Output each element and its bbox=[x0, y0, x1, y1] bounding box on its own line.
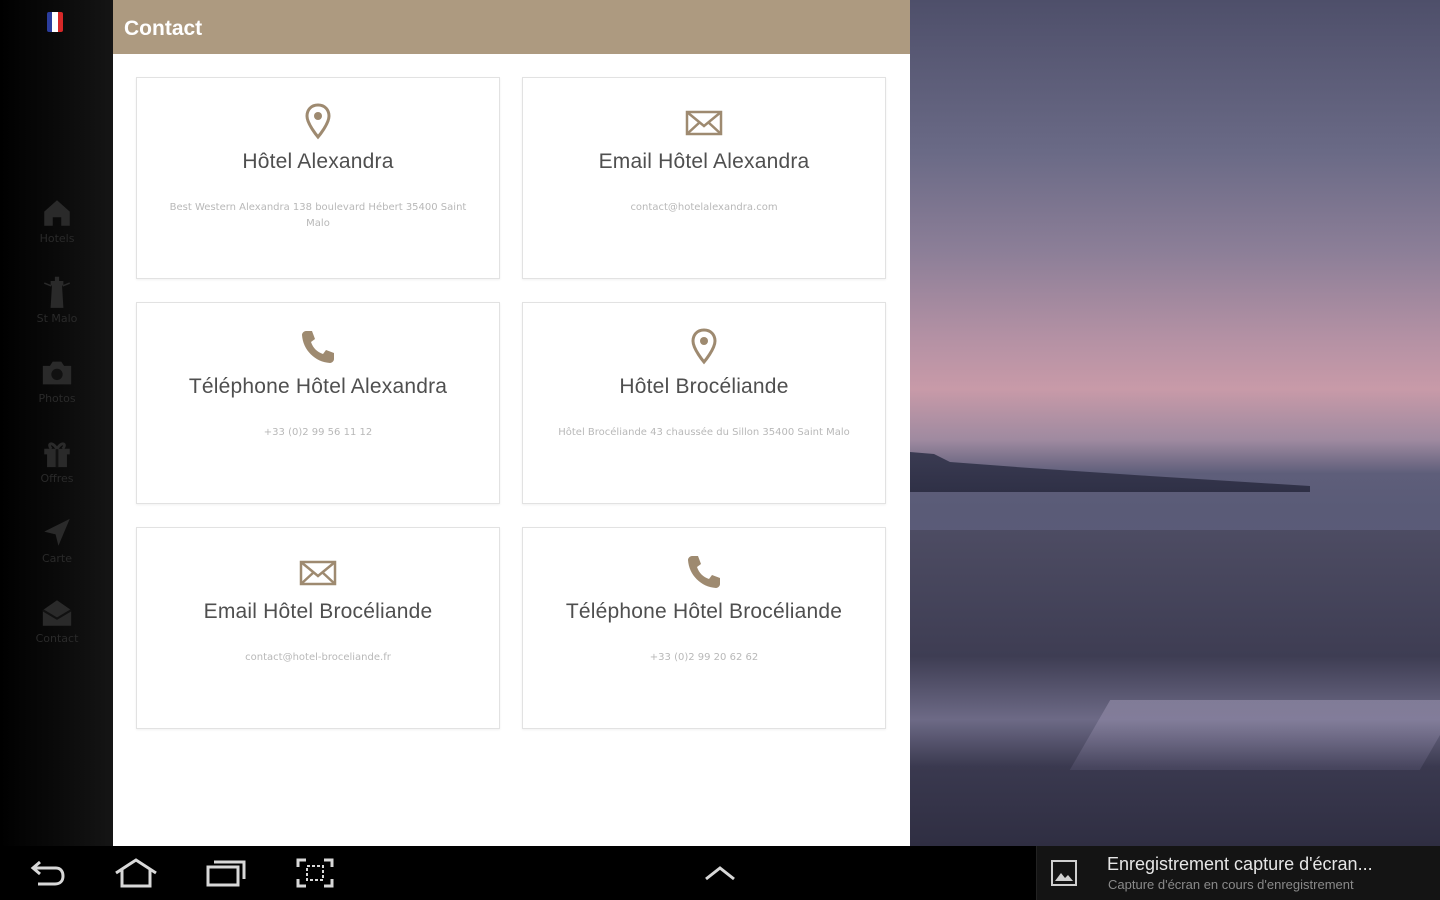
card-subtitle: +33 (0)2 99 56 11 12 bbox=[263, 427, 373, 438]
app-root: Hotels St Malo Photos Offres Carte Conta… bbox=[0, 0, 1440, 900]
back-arrow-icon bbox=[30, 860, 65, 886]
contact-card-hotel-alexandra-phone[interactable]: Téléphone Hôtel Alexandra +33 (0)2 99 56… bbox=[136, 302, 500, 504]
card-subtitle: Hôtel Brocéliande 43 chaussée du Sillon … bbox=[558, 427, 850, 438]
contact-panel: Contact Hôtel Alexandra Best Western Ale… bbox=[113, 0, 910, 846]
page-title: Contact bbox=[113, 0, 910, 54]
sidebar-item-photos[interactable]: Photos bbox=[26, 356, 88, 405]
sidebar-item-offres[interactable]: Offres bbox=[26, 436, 88, 485]
sidebar-item-label: Photos bbox=[38, 392, 76, 405]
card-title: Hôtel Brocéliande bbox=[619, 375, 789, 398]
contact-card-hotel-broceliande-phone[interactable]: Téléphone Hôtel Brocéliande +33 (0)2 99 … bbox=[522, 527, 886, 729]
navigation-arrow-icon bbox=[44, 518, 70, 546]
contact-card-hotel-alexandra-address[interactable]: Hôtel Alexandra Best Western Alexandra 1… bbox=[136, 77, 500, 279]
sidebar-item-st-malo[interactable]: St Malo bbox=[26, 276, 88, 325]
screenshot-button[interactable] bbox=[291, 856, 339, 890]
phone-icon bbox=[688, 556, 720, 588]
contact-card-hotel-broceliande-address[interactable]: Hôtel Brocéliande Hôtel Brocéliande 43 c… bbox=[522, 302, 886, 504]
chevron-up-icon bbox=[705, 866, 735, 881]
image-icon bbox=[1051, 860, 1077, 886]
expand-apps-button[interactable] bbox=[696, 856, 744, 890]
card-subtitle: contact@hotelalexandra.com bbox=[630, 202, 778, 213]
recent-apps-icon bbox=[206, 860, 246, 887]
camera-icon bbox=[42, 361, 72, 385]
card-title: Téléphone Hôtel Alexandra bbox=[188, 375, 448, 398]
sidebar-item-label: Offres bbox=[40, 472, 74, 485]
recent-apps-button[interactable] bbox=[202, 856, 250, 890]
card-title: Téléphone Hôtel Brocéliande bbox=[565, 600, 843, 623]
sidebar-item-label: Hotels bbox=[39, 232, 75, 245]
gift-icon bbox=[44, 442, 70, 468]
screenshot-notification[interactable]: Enregistrement capture d'écran... Captur… bbox=[1036, 846, 1440, 900]
background-coastline bbox=[910, 452, 1310, 492]
background-beach bbox=[910, 530, 1440, 846]
sidebar-item-contact[interactable]: Contact bbox=[26, 596, 88, 645]
screenshot-capture-icon bbox=[296, 858, 334, 888]
sidebar-item-label: Carte bbox=[41, 552, 73, 565]
sidebar-item-label: St Malo bbox=[36, 312, 78, 325]
card-subtitle: contact@hotel-broceliande.fr bbox=[245, 652, 391, 663]
home-button[interactable] bbox=[112, 856, 160, 890]
envelope-icon bbox=[299, 560, 337, 586]
envelope-icon bbox=[685, 110, 723, 136]
sidebar-item-label: Contact bbox=[35, 632, 79, 645]
sidebar: Hotels St Malo Photos Offres Carte Conta… bbox=[0, 0, 113, 846]
card-title: Email Hôtel Alexandra bbox=[598, 150, 810, 173]
notification-title: Enregistrement capture d'écran... bbox=[1107, 854, 1373, 874]
sidebar-item-hotels[interactable]: Hotels bbox=[26, 196, 88, 245]
home-icon bbox=[115, 858, 157, 888]
card-subtitle: Best Western Alexandra 138 boulevard Héb… bbox=[169, 202, 467, 229]
lighthouse-icon bbox=[43, 276, 71, 308]
sidebar-item-carte[interactable]: Carte bbox=[26, 516, 88, 565]
back-button[interactable] bbox=[24, 856, 72, 890]
language-flag-icon[interactable] bbox=[47, 12, 63, 32]
background-photo bbox=[910, 0, 1440, 846]
card-title: Hôtel Alexandra bbox=[242, 150, 394, 173]
map-pin-icon bbox=[691, 328, 717, 365]
card-title: Email Hôtel Brocéliande bbox=[203, 600, 433, 623]
contact-card-hotel-alexandra-email[interactable]: Email Hôtel Alexandra contact@hotelalexa… bbox=[522, 77, 886, 279]
notification-subtitle: Capture d'écran en cours d'enregistremen… bbox=[1108, 877, 1354, 892]
envelope-icon bbox=[42, 600, 72, 626]
contact-card-hotel-broceliande-email[interactable]: Email Hôtel Brocéliande contact@hotel-br… bbox=[136, 527, 500, 729]
map-pin-icon bbox=[305, 103, 331, 140]
home-icon bbox=[44, 200, 70, 226]
card-subtitle: +33 (0)2 99 20 62 62 bbox=[649, 652, 759, 663]
phone-icon bbox=[302, 331, 334, 363]
background-wet-sand bbox=[1069, 700, 1440, 770]
